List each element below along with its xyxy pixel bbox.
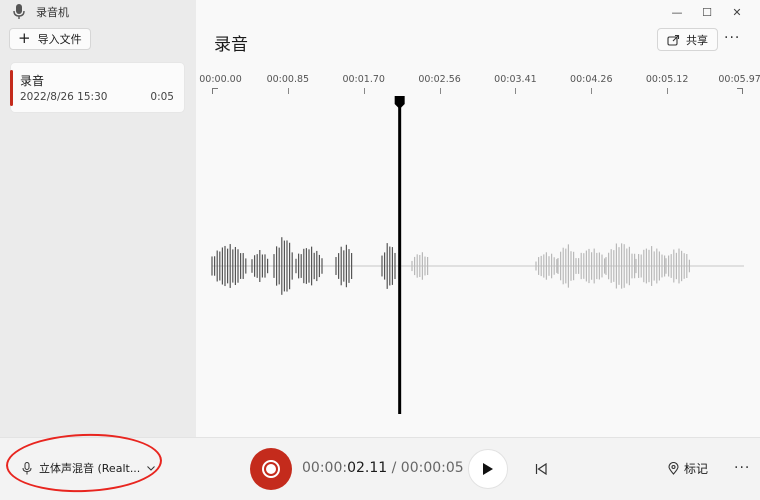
time-prefix: 00:00: (302, 460, 348, 476)
mark-label: 标记 (684, 462, 709, 476)
more-icon[interactable]: ··· (724, 30, 740, 46)
close-icon[interactable]: ✕ (722, 2, 752, 22)
timeline-end-corner (737, 88, 743, 94)
share-label: 共享 (686, 33, 708, 47)
play-button[interactable] (468, 449, 508, 489)
time-total: 00:00:05 (400, 460, 464, 476)
timeline-tick-mark (287, 88, 289, 94)
mark-button[interactable]: 标记 (668, 460, 708, 477)
more-icon[interactable]: ··· (734, 460, 750, 476)
play-icon (483, 463, 493, 475)
skip-to-start-button[interactable] (530, 458, 552, 480)
playhead-handle[interactable] (394, 96, 405, 109)
plus-icon: + (18, 29, 31, 47)
timeline-tick-label: 00:00.00 (199, 74, 242, 85)
microphone-icon (13, 4, 25, 19)
timeline-tick-label: 00:02.56 (418, 74, 461, 85)
timeline-tick-mark (515, 88, 517, 94)
timeline-tick-label: 00:04.26 (570, 74, 613, 85)
input-device-label: 立体声混音 (Realt... (39, 462, 141, 475)
timeline-tick-mark (591, 88, 593, 94)
page-title: 录音 (214, 35, 248, 55)
app-title: 录音机 (36, 6, 69, 19)
time-display: 00:00:02.11 / 00:00:05 (302, 460, 464, 476)
time-current: 02.11 (347, 460, 388, 476)
record-button[interactable] (250, 448, 292, 490)
bottom-toolbar: 立体声混音 (Realt... 00:00:02.11 / 00:00:05 标… (0, 431, 760, 500)
recording-date: 2022/8/26 15:30 (20, 91, 108, 103)
minimize-icon[interactable]: — (662, 2, 692, 22)
chevron-down-icon (147, 465, 156, 471)
maximize-icon[interactable]: ☐ (692, 2, 722, 22)
recording-duration: 0:05 (150, 91, 174, 103)
microphone-icon (22, 461, 32, 474)
location-pin-icon (668, 462, 679, 475)
time-separator: / (387, 460, 401, 476)
main-panel: — ☐ ✕ 录音 共享 ··· 00:00.00 00:00.85 00:01.70… (196, 0, 760, 437)
share-icon (667, 34, 680, 46)
timeline-tick-label: 00:00.85 (266, 74, 310, 85)
window-controls: — ☐ ✕ (662, 2, 752, 22)
sidebar: 录音机 + 导入文件 录音 2022/8/26 15:30 0:05 (0, 0, 196, 437)
import-file-label: 导入文件 (37, 33, 82, 46)
selected-indicator (10, 70, 13, 106)
import-file-button[interactable]: + 导入文件 (9, 28, 91, 50)
record-dot-icon (266, 464, 276, 474)
timeline-tick-label: 00:05.97 (718, 74, 760, 85)
share-button[interactable]: 共享 (657, 28, 718, 51)
timeline-tick-mark (363, 88, 365, 94)
timeline-tick-mark (667, 88, 669, 94)
timeline-tick-mark (439, 88, 441, 94)
timeline-tick-label: 00:03.41 (494, 74, 537, 85)
timeline-tick-label: 00:05.12 (645, 74, 689, 85)
input-device-selector[interactable]: 立体声混音 (Realt... (22, 460, 156, 476)
app-title-bar: 录音机 (12, 4, 69, 20)
waveform[interactable] (196, 96, 760, 426)
recording-list-item[interactable]: 录音 2022/8/26 15:30 0:05 (10, 62, 185, 113)
timeline-start-corner (212, 88, 218, 94)
skip-back-icon (535, 463, 547, 475)
timeline-tick-label: 00:01.70 (342, 74, 385, 85)
recording-name: 录音 (20, 74, 45, 88)
